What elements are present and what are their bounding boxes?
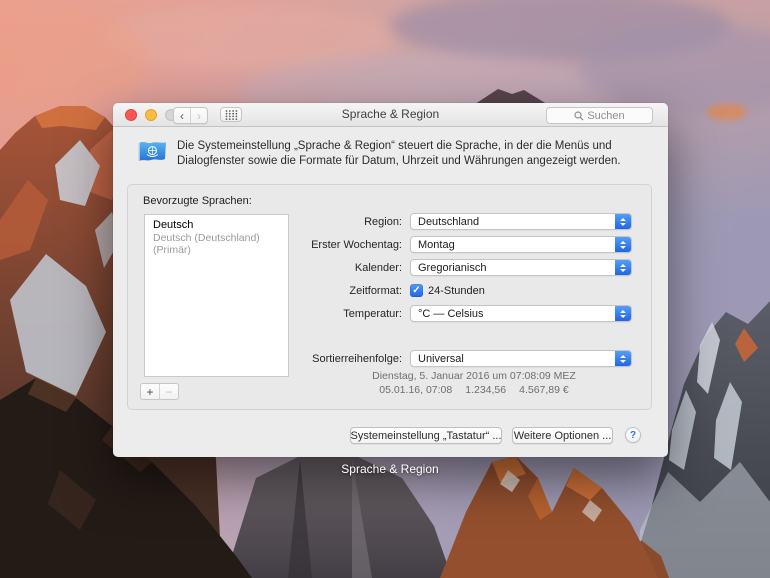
popup-stepper-icon — [615, 214, 631, 229]
checkbox-check-icon: ✓ — [412, 284, 421, 296]
form-row-first-weekday: Erster Wochentag: Montag — [113, 236, 668, 253]
nav-buttons: ‹ › — [173, 107, 208, 124]
popup-stepper-icon — [615, 260, 631, 275]
minimize-button[interactable] — [145, 109, 157, 121]
remove-language-button: − — [165, 384, 173, 399]
search-input[interactable]: Suchen — [546, 107, 653, 124]
preview-formats: 05.01.16, 07:08 1.234,56 4.567,89 € — [343, 383, 605, 397]
sort-order-popup[interactable]: Universal — [410, 350, 632, 367]
popup-stepper-icon — [615, 306, 631, 321]
traffic-lights — [125, 109, 177, 121]
search-icon — [574, 110, 584, 120]
calendar-label: Kalender: — [354, 261, 402, 274]
form-row-region: Region: Deutschland — [113, 213, 668, 230]
preferred-languages-label: Bevorzugte Sprachen: — [143, 195, 252, 207]
preferences-window: ‹ › Sprache & Region Suchen Die Systemei… — [113, 103, 668, 457]
time-format-label: Zeitformat: — [349, 284, 402, 297]
header: Die Systemeinstellung „Sprache & Region“… — [113, 126, 668, 184]
popup-stepper-icon — [615, 351, 631, 366]
calendar-value: Gregorianisch — [418, 261, 487, 274]
form-row-calendar: Kalender: Gregorianisch — [113, 259, 668, 276]
sort-order-value: Universal — [418, 352, 464, 365]
format-preview: Dienstag, 5. Januar 2016 um 07:08:09 MEZ… — [343, 369, 605, 397]
search-placeholder: Suchen — [587, 109, 625, 122]
add-language-button[interactable]: + — [141, 384, 160, 399]
screenshot-caption: Sprache & Region — [341, 462, 439, 476]
temperature-label: Temperatur: — [343, 307, 402, 320]
forward-button: › — [197, 108, 201, 123]
preview-datetime: Dienstag, 5. Januar 2016 um 07:08:09 MEZ — [372, 370, 576, 382]
language-region-flag-icon — [138, 141, 166, 161]
form-row-sort-order: Sortierreihenfolge: Universal — [113, 350, 668, 367]
window-title: Sprache & Region — [341, 107, 440, 121]
region-value: Deutschland — [418, 215, 480, 228]
keyboard-settings-button[interactable]: Systemeinstellung „Tastatur“ ... — [350, 427, 502, 444]
advanced-options-button[interactable]: Weitere Optionen ... — [512, 427, 613, 444]
preview-short-date: 05.01.16, 07:08 — [379, 384, 453, 397]
first-weekday-popup[interactable]: Montag — [410, 236, 632, 253]
first-weekday-label: Erster Wochentag: — [311, 238, 402, 251]
temperature-value: °C — Celsius — [418, 307, 484, 320]
time-format-checkbox[interactable]: ✓ — [410, 284, 423, 297]
preview-currency: 4.567,89 € — [519, 384, 569, 397]
titlebar[interactable]: ‹ › Sprache & Region Suchen — [113, 103, 668, 127]
back-button[interactable]: ‹ — [174, 108, 191, 123]
region-label: Region: — [364, 215, 402, 228]
help-button[interactable]: ? — [625, 427, 641, 443]
form-row-time-format: Zeitformat: ✓ 24-Stunden — [113, 282, 668, 299]
add-remove-control: + − — [140, 383, 179, 400]
close-button[interactable] — [125, 109, 137, 121]
temperature-popup[interactable]: °C — Celsius — [410, 305, 632, 322]
time-format-value[interactable]: 24-Stunden — [428, 285, 485, 297]
form-row-temperature: Temperatur: °C — Celsius — [113, 305, 668, 322]
calendar-popup[interactable]: Gregorianisch — [410, 259, 632, 276]
desktop: ‹ › Sprache & Region Suchen Die Systemei… — [0, 0, 770, 578]
first-weekday-value: Montag — [418, 238, 455, 251]
pane-description: Die Systemeinstellung „Sprache & Region“… — [177, 140, 621, 168]
region-popup[interactable]: Deutschland — [410, 213, 632, 230]
show-all-button[interactable] — [220, 107, 242, 122]
preview-number: 1.234,56 — [465, 384, 507, 397]
sort-order-label: Sortierreihenfolge: — [312, 352, 402, 365]
popup-stepper-icon — [615, 237, 631, 252]
show-all-grid-icon — [225, 109, 237, 120]
